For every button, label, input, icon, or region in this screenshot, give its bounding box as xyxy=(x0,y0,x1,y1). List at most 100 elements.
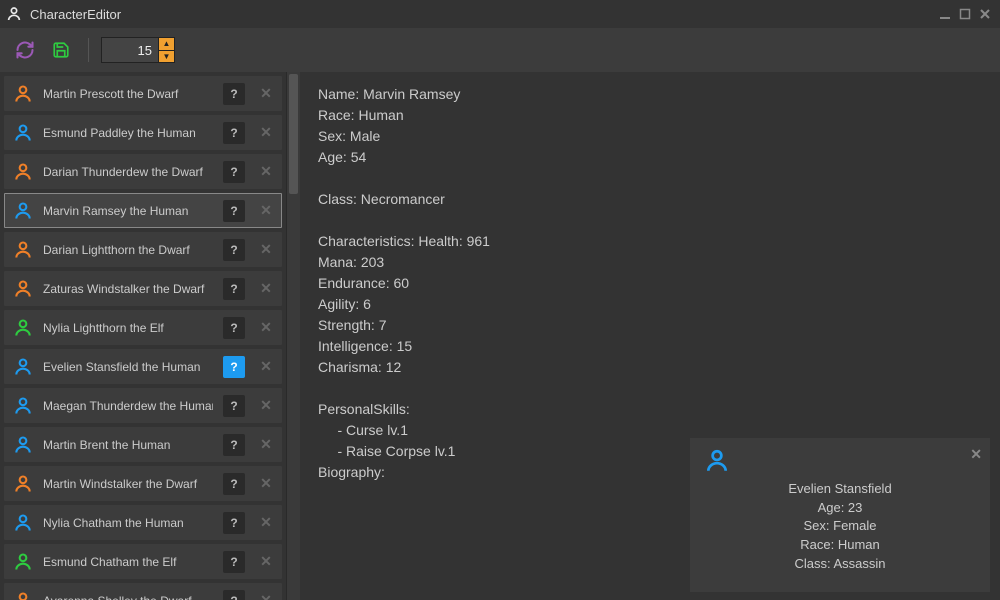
window-close-button[interactable] xyxy=(976,5,994,23)
character-list-item[interactable]: Darian Lightthorn the Dwarf? ✕ xyxy=(4,232,282,267)
blank xyxy=(318,210,982,231)
info-button[interactable]: ? xyxy=(223,434,245,456)
detail-agility: Agility: 6 xyxy=(318,294,982,315)
window-minimize-button[interactable] xyxy=(936,5,954,23)
delete-button[interactable]: ✕ xyxy=(255,512,277,534)
character-list-item[interactable]: Martin Windstalker the Dwarf? ✕ xyxy=(4,466,282,501)
delete-button[interactable]: ✕ xyxy=(255,122,277,144)
info-button[interactable]: ? xyxy=(223,239,245,261)
count-spinner[interactable]: ▲ ▼ xyxy=(101,37,175,63)
popup-class: Class: Assassin xyxy=(704,555,976,574)
delete-button[interactable]: ✕ xyxy=(255,161,277,183)
detail-age: Age: 54 xyxy=(318,147,982,168)
character-popup: ✕ Evelien Stansfield Age: 23 Sex: Female… xyxy=(690,438,990,592)
delete-button[interactable]: ✕ xyxy=(255,590,277,600)
info-button[interactable]: ? xyxy=(223,317,245,339)
list-scroll-thumb[interactable] xyxy=(289,74,298,194)
delete-button[interactable]: ✕ xyxy=(255,278,277,300)
character-list: Martin Prescott the Dwarf?✕Esmund Paddle… xyxy=(0,72,286,600)
detail-strength: Strength: 7 xyxy=(318,315,982,336)
main-area: Martin Prescott the Dwarf?✕Esmund Paddle… xyxy=(0,72,1000,600)
titlebar: CharacterEditor xyxy=(0,0,1000,28)
delete-button[interactable]: ✕ xyxy=(255,239,277,261)
detail-intelligence: Intelligence: 15 xyxy=(318,336,982,357)
character-name-label: Darian Lightthorn the Dwarf xyxy=(43,243,213,257)
detail-skills-header: PersonalSkills: xyxy=(318,399,982,420)
blank xyxy=(318,378,982,399)
detail-pane: Name: Marvin Ramsey Race: Human Sex: Mal… xyxy=(300,72,1000,600)
character-name-label: Maegan Thunderdew the Human xyxy=(43,399,213,413)
character-name-label: Marvin Ramsey the Human xyxy=(43,204,213,218)
person-icon xyxy=(13,201,33,221)
character-name-label: Martin Prescott the Dwarf xyxy=(43,87,213,101)
info-button[interactable]: ? xyxy=(223,83,245,105)
info-button[interactable]: ? xyxy=(223,473,245,495)
detail-endurance: Endurance: 60 xyxy=(318,273,982,294)
info-button[interactable]: ? xyxy=(223,551,245,573)
character-list-item[interactable]: Esmund Paddley the Human? ✕ xyxy=(4,115,282,150)
person-icon xyxy=(13,123,33,143)
popup-sex: Sex: Female xyxy=(704,517,976,536)
character-list-item[interactable]: Avarenna Shelley the Dwarf? ✕ xyxy=(4,583,282,600)
info-button[interactable]: ? xyxy=(223,590,245,600)
save-button[interactable] xyxy=(46,35,76,65)
character-list-item[interactable]: Nylia Chatham the Human? ✕ xyxy=(4,505,282,540)
delete-button[interactable]: ✕ xyxy=(255,395,277,417)
character-name-label: Evelien Stansfield the Human xyxy=(43,360,213,374)
person-icon xyxy=(13,396,33,416)
count-input[interactable] xyxy=(102,38,158,62)
delete-button[interactable]: ✕ xyxy=(255,551,277,573)
info-button[interactable]: ? xyxy=(223,161,245,183)
character-list-item[interactable]: Esmund Chatham the Elf? ✕ xyxy=(4,544,282,579)
character-name-label: Avarenna Shelley the Dwarf xyxy=(43,594,213,600)
app-icon xyxy=(6,6,22,22)
person-icon xyxy=(13,162,33,182)
character-name-label: Esmund Paddley the Human xyxy=(43,126,213,140)
spin-up-button[interactable]: ▲ xyxy=(158,38,174,50)
window-maximize-button[interactable] xyxy=(956,5,974,23)
character-list-item[interactable]: Martin Brent the Human? ✕ xyxy=(4,427,282,462)
character-list-item[interactable]: Evelien Stansfield the Human? ✕ xyxy=(4,349,282,384)
character-list-item[interactable]: Zaturas Windstalker the Dwarf?✕ xyxy=(4,271,282,306)
info-button[interactable]: ? xyxy=(223,356,245,378)
character-name-label: Esmund Chatham the Elf xyxy=(43,555,213,569)
popup-race: Race: Human xyxy=(704,536,976,555)
refresh-button[interactable] xyxy=(10,35,40,65)
person-icon xyxy=(13,552,33,572)
character-list-item[interactable]: Martin Prescott the Dwarf? ✕ xyxy=(4,76,282,111)
delete-button[interactable]: ✕ xyxy=(255,473,277,495)
popup-close-button[interactable]: ✕ xyxy=(970,444,982,465)
character-list-item[interactable]: Darian Thunderdew the Dwarf? ✕ xyxy=(4,154,282,189)
blank xyxy=(318,168,982,189)
person-icon xyxy=(13,435,33,455)
toolbar: ▲ ▼ xyxy=(0,28,1000,72)
delete-button[interactable]: ✕ xyxy=(255,200,277,222)
person-icon xyxy=(13,279,33,299)
delete-button[interactable]: ✕ xyxy=(255,434,277,456)
list-scrollbar[interactable] xyxy=(286,72,300,600)
info-button[interactable]: ? xyxy=(223,200,245,222)
person-icon xyxy=(13,474,33,494)
delete-button[interactable]: ✕ xyxy=(255,317,277,339)
character-name-label: Martin Brent the Human xyxy=(43,438,213,452)
character-list-item[interactable]: Maegan Thunderdew the Human? ✕ xyxy=(4,388,282,423)
detail-sex: Sex: Male xyxy=(318,126,982,147)
detail-race: Race: Human xyxy=(318,105,982,126)
character-name-label: Darian Thunderdew the Dwarf xyxy=(43,165,213,179)
info-button[interactable]: ? xyxy=(223,395,245,417)
delete-button[interactable]: ✕ xyxy=(255,83,277,105)
person-icon xyxy=(13,591,33,600)
detail-class: Class: Necromancer xyxy=(318,189,982,210)
detail-health: Characteristics: Health: 961 xyxy=(318,231,982,252)
character-name-label: Martin Windstalker the Dwarf xyxy=(43,477,213,491)
person-icon xyxy=(13,318,33,338)
person-icon xyxy=(13,240,33,260)
info-button[interactable]: ? xyxy=(223,122,245,144)
character-name-label: Nylia Chatham the Human xyxy=(43,516,213,530)
info-button[interactable]: ? xyxy=(223,278,245,300)
character-list-item[interactable]: Nylia Lightthorn the Elf?✕ xyxy=(4,310,282,345)
spin-down-button[interactable]: ▼ xyxy=(158,50,174,63)
character-list-item[interactable]: Marvin Ramsey the Human? ✕ xyxy=(4,193,282,228)
delete-button[interactable]: ✕ xyxy=(255,356,277,378)
info-button[interactable]: ? xyxy=(223,512,245,534)
